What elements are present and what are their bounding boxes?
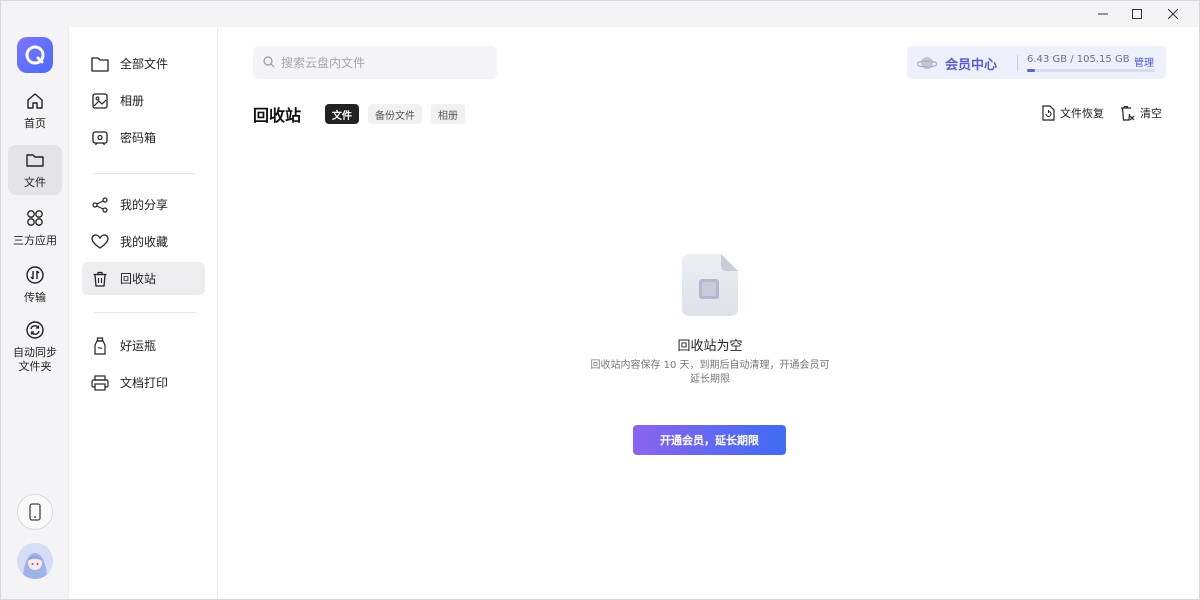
search-box (253, 46, 497, 79)
sidebar-divider (94, 173, 195, 174)
tab-backup-files[interactable]: 备份文件 (368, 104, 422, 124)
sidebar-item-favorites[interactable]: 我的收藏 (82, 225, 205, 258)
sidebar-item-album[interactable]: 相册 (82, 84, 205, 117)
folder-icon (25, 150, 45, 173)
safe-icon (91, 129, 109, 147)
empty-file-icon (681, 253, 739, 317)
sync-icon (25, 320, 45, 343)
storage-bar (1027, 69, 1155, 72)
phone-icon[interactable] (17, 494, 53, 530)
apps-icon (25, 208, 45, 231)
rail-item-sync[interactable]: 自动同步 文件夹 (8, 319, 62, 375)
rail-item-label: 首页 (24, 117, 46, 130)
restore-files-label: 文件恢复 (1060, 107, 1104, 120)
heart-icon (91, 233, 109, 251)
sidebar-item-all-files[interactable]: 全部文件 (82, 47, 205, 80)
share-icon (91, 196, 109, 214)
empty-title: 回收站为空 (677, 339, 743, 354)
printer-icon (91, 374, 109, 392)
sidebar-item-label: 回收站 (120, 272, 157, 286)
bottle-icon (91, 336, 109, 355)
sidebar-item-label: 好运瓶 (120, 339, 157, 353)
title-bar (1, 1, 1199, 27)
home-icon (25, 91, 45, 114)
rail-item-home[interactable]: 首页 (8, 89, 62, 133)
clear-trash-label: 清空 (1140, 107, 1162, 120)
sidebar-item-label: 文档打印 (120, 376, 169, 390)
tab-files[interactable]: 文件 (325, 104, 359, 124)
manage-link[interactable]: 管理 (1134, 54, 1154, 69)
trash-icon (91, 270, 109, 288)
restore-files-button[interactable]: 文件恢复 (1041, 105, 1104, 121)
folder-icon (91, 55, 109, 73)
sidebar-item-label: 相册 (120, 94, 145, 108)
upgrade-membership-button[interactable]: 开通会员，延长期限 (633, 425, 786, 455)
tab-album[interactable]: 相册 (431, 104, 465, 124)
sidebar-item-label: 全部文件 (120, 57, 169, 71)
sidebar-divider (94, 312, 195, 313)
page-title: 回收站 (253, 106, 302, 125)
sidebar-item-share[interactable]: 我的分享 (82, 188, 205, 221)
search-icon (263, 53, 275, 72)
empty-description: 回收站内容保存 10 天，到期后自动清理，开通会员可 延长期限 (581, 359, 839, 387)
rail-item-label-line1: 自动同步 (13, 346, 57, 359)
transfer-icon (25, 265, 45, 288)
rail-item-label: 文件 (24, 176, 46, 189)
rail-item-transfer[interactable]: 传输 (8, 263, 62, 307)
rail-item-label-line2: 文件夹 (18, 360, 52, 373)
app-logo-icon[interactable] (17, 37, 53, 73)
sidebar-item-lucky-bottle[interactable]: 好运瓶 (82, 329, 205, 362)
empty-description-line2: 延长期限 (690, 374, 730, 385)
sidebar-item-label: 我的收藏 (120, 235, 169, 249)
clear-trash-button[interactable]: 清空 (1119, 105, 1162, 121)
sidebar-item-trash[interactable]: 回收站 (82, 262, 205, 295)
sidebar-item-label: 我的分享 (120, 198, 169, 212)
vip-divider (1017, 55, 1018, 71)
storage-usage: 6.43 GB / 105.15 GB (1027, 54, 1130, 65)
storage-bar-fill (1027, 69, 1035, 72)
empty-description-line1: 回收站内容保存 10 天，到期后自动清理，开通会员可 (590, 360, 830, 371)
vip-title: 会员中心 (945, 58, 998, 73)
sidebar-item-print[interactable]: 文档打印 (82, 366, 205, 399)
planet-icon (916, 54, 938, 76)
vip-card[interactable]: 会员中心 6.43 GB / 105.15 GB 管理 (907, 46, 1166, 79)
close-icon[interactable] (1150, 1, 1196, 27)
avatar[interactable] (17, 543, 53, 579)
rail-item-label: 三方应用 (13, 234, 57, 247)
sidebar: 全部文件 相册 密码箱 我的分享 我的收藏 回收站 好运瓶 文档打印 (70, 27, 218, 599)
sidebar-item-label: 密码箱 (120, 131, 157, 145)
rail-item-apps[interactable]: 三方应用 (8, 205, 62, 251)
rail-item-label: 自动同步 文件夹 (13, 346, 57, 374)
image-icon (91, 92, 109, 110)
sidebar-item-safe[interactable]: 密码箱 (82, 121, 205, 154)
rail-item-label: 传输 (24, 291, 46, 304)
rail-item-files[interactable]: 文件 (8, 145, 62, 195)
nav-rail: 首页 文件 三方应用 传输 自动同步 文件夹 (1, 27, 69, 599)
clear-icon (1119, 105, 1135, 121)
search-input[interactable] (281, 55, 481, 70)
file-restore-icon (1041, 105, 1055, 121)
